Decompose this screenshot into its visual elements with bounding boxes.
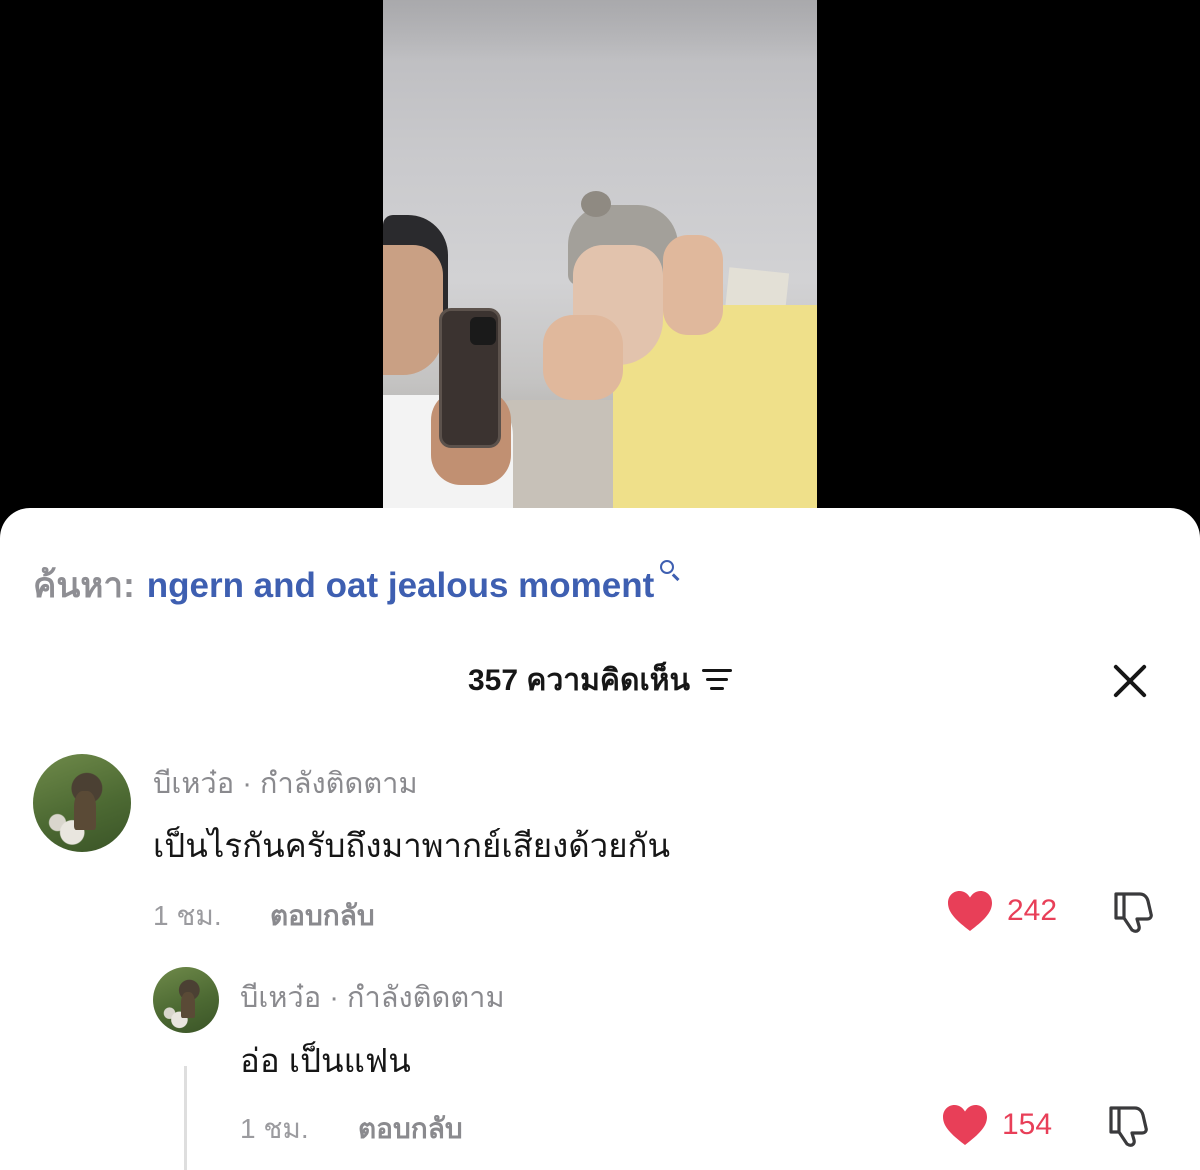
comment-follow-status: · กำลังติดตาม	[234, 768, 418, 800]
close-icon[interactable]	[1108, 660, 1150, 702]
comment-username[interactable]: บีเหว๋อ	[153, 768, 234, 800]
reply-like-count: 154	[1002, 1108, 1053, 1141]
heart-icon[interactable]	[942, 1104, 988, 1146]
comment-text: เป็นไรกันครับถึงมาพากย์เสียงด้วยกัน	[153, 827, 671, 864]
dislike-icon[interactable]	[1110, 888, 1156, 934]
search-query-link[interactable]: ngern and oat jealous moment	[147, 566, 655, 606]
person-left-face	[383, 245, 443, 375]
reply-reply-button[interactable]: ตอบกลับ	[358, 1107, 463, 1151]
video-person-right	[543, 191, 817, 510]
comments-count: 357 ความคิดเห็น	[467, 663, 690, 697]
reply-button[interactable]: ตอบกลับ	[270, 894, 375, 938]
person-right-hair-bun	[581, 191, 611, 217]
reply-avatar[interactable]	[153, 967, 219, 1033]
person-right-peace-hand-right	[663, 235, 723, 335]
video-wall-shadow	[383, 0, 817, 60]
dislike-icon[interactable]	[1105, 1102, 1151, 1148]
search-icon[interactable]	[658, 559, 682, 583]
comment-time: 1 ชม.	[153, 900, 222, 931]
like-count: 242	[1007, 894, 1058, 927]
person-right-peace-hand-left	[543, 315, 623, 400]
comments-sheet: ค้นหา: ngern and oat jealous moment 357 …	[0, 508, 1200, 1170]
reply-follow-status: · กำลังติดตาม	[321, 982, 505, 1014]
search-suggestion[interactable]: ค้นหา: ngern and oat jealous moment	[33, 558, 682, 613]
reply-author[interactable]: บีเหว๋อ · กำลังติดตาม	[240, 974, 505, 1020]
video-person-left	[383, 215, 548, 510]
video-frame[interactable]	[383, 0, 817, 510]
reply-text: อ่อ เป็นแฟน	[240, 1042, 411, 1079]
search-prefix: ค้นหา:	[33, 566, 135, 605]
avatar[interactable]	[33, 754, 131, 852]
sort-icon[interactable]	[702, 669, 732, 691]
comment-author[interactable]: บีเหว๋อ · กำลังติดตาม	[153, 760, 418, 806]
heart-icon[interactable]	[947, 890, 993, 932]
reply-time: 1 ชม.	[240, 1113, 309, 1144]
reply-username[interactable]: บีเหว๋อ	[240, 982, 321, 1014]
phone-camera	[470, 317, 496, 345]
video-player[interactable]	[0, 0, 1200, 520]
comments-header: 357 ความคิดเห็น	[0, 658, 1200, 702]
thread-line	[184, 1066, 187, 1170]
phone-in-video	[439, 308, 501, 448]
